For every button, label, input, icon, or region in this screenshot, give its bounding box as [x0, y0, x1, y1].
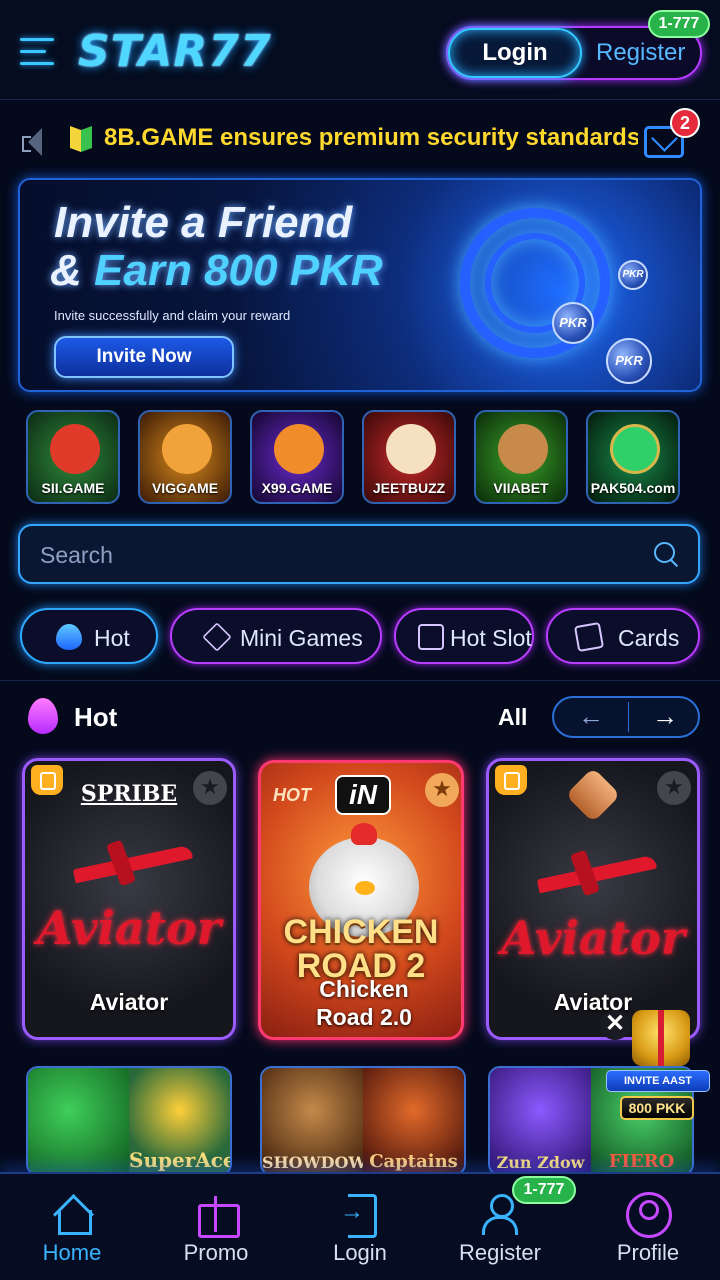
game-name: Chicken Road 2.0 [316, 976, 412, 1030]
game-name: Aviator [89, 989, 169, 1015]
nav-home[interactable]: Home [0, 1174, 144, 1280]
favorite-star-icon[interactable]: ★ [425, 773, 459, 807]
game-art-title: Aviator [501, 911, 685, 965]
hot-flame-icon [28, 698, 58, 734]
register-bonus-badge: 1-777 [648, 10, 710, 38]
invite-now-button[interactable]: Invite Now [54, 336, 234, 378]
game-art-title: CHICKEN ROAD 2 [283, 913, 439, 985]
search-bar [18, 524, 700, 584]
provider-logo: iN [335, 775, 391, 815]
prev-arrow-icon[interactable]: ← [554, 698, 628, 736]
slot-machine-icon [418, 624, 444, 650]
banner-subtitle: Invite successfully and claim your rewar… [54, 308, 291, 323]
tab-hot-slot[interactable]: Hot Slot [394, 608, 534, 664]
nav-promo[interactable]: Promo [144, 1174, 288, 1280]
pkr-coin: PKR [552, 302, 594, 344]
beginner-leaf-icon [70, 128, 92, 154]
site-logo[interactable]: STAR77 [78, 26, 271, 77]
invite-banner[interactable]: Invite a Friend & Earn 800 PKR Invite su… [18, 178, 702, 392]
floating-invite-amount[interactable]: 800 PKK [620, 1096, 694, 1120]
nav-login[interactable]: Login [288, 1174, 432, 1280]
game-card[interactable]: SHOWDOWN Captains [260, 1066, 466, 1176]
game-art-title: Aviator [37, 901, 221, 955]
tab-mini-games[interactable]: Mini Games [170, 608, 382, 664]
partner-tile[interactable]: VIGGAME [138, 410, 232, 504]
menu-icon[interactable] [20, 36, 54, 68]
search-input[interactable] [40, 536, 640, 574]
pkr-coin: PKR [606, 338, 652, 384]
partner-tile[interactable]: SII.GAME [26, 410, 120, 504]
thumbs-up-icon [495, 765, 527, 795]
partner-tile[interactable]: VIIABET [474, 410, 568, 504]
game-card[interactable]: SuperAce [26, 1066, 232, 1176]
banner-title-line2: & Earn 800 PKR [50, 246, 383, 296]
next-arrow-icon[interactable]: → [628, 698, 702, 736]
tab-cards[interactable]: Cards [546, 608, 700, 664]
cube-icon [202, 622, 232, 652]
divider [0, 680, 720, 681]
pkr-coin: PKR [618, 260, 648, 290]
provider-logo [565, 767, 621, 823]
register-bonus-badge: 1-777 [512, 1176, 576, 1204]
gift-icon [194, 1192, 240, 1238]
partner-row: SII.GAME VIGGAME X99.GAME JEETBUZZ VIIAB… [26, 410, 686, 504]
gift-box-icon[interactable] [632, 1010, 690, 1066]
partner-tile[interactable]: PAK504.com [586, 410, 680, 504]
banner-amount: 800 PKR [204, 246, 383, 295]
home-icon [50, 1192, 94, 1235]
banner-earn: Earn [94, 246, 192, 295]
login-button[interactable]: Login [448, 28, 582, 78]
floating-invite-label[interactable]: INVITE AAST [606, 1070, 710, 1092]
nav-profile[interactable]: Profile [576, 1174, 720, 1280]
game-card-chicken-road[interactable]: HOT iN ★ CHICKEN ROAD 2 Chicken Road 2.0 [258, 760, 464, 1040]
search-icon[interactable] [654, 542, 680, 568]
partner-tile[interactable]: JEETBUZZ [362, 410, 456, 504]
section-title: Hot [74, 702, 118, 732]
login-icon [338, 1192, 382, 1238]
game-card-aviator[interactable]: ★ Aviator Aviator [486, 758, 700, 1040]
speaker-icon [22, 128, 44, 156]
top-header: STAR77 Login Register 1-777 [0, 0, 720, 100]
mail-badge: 2 [670, 108, 700, 138]
favorite-star-icon[interactable]: ★ [657, 771, 691, 805]
portal-illustration: PKR PKR PKR [440, 198, 652, 384]
plane-icon [73, 841, 193, 881]
profile-icon [626, 1192, 672, 1238]
close-icon[interactable]: ✕ [600, 1010, 630, 1040]
banner-title: Invite a Friend [54, 198, 353, 247]
banner-amp: & [50, 246, 82, 295]
partner-tile[interactable]: X99.GAME [250, 410, 344, 504]
flame-icon [56, 624, 82, 650]
see-all-link[interactable]: All [498, 704, 527, 731]
cards-icon [573, 621, 605, 653]
game-card-aviator[interactable]: SPRIBE ★ Aviator Aviator [22, 758, 236, 1040]
hot-tag: HOT [273, 785, 311, 805]
announcement-text[interactable]: 8B.GAME ensures premium security standar… [104, 124, 638, 152]
bottom-nav: Home Promo Login Register Profile [0, 1172, 720, 1280]
plane-icon [537, 851, 657, 891]
announcement-bar: 8B.GAME ensures premium security standar… [0, 104, 720, 176]
carousel-controls: ← → [552, 696, 700, 738]
tab-hot[interactable]: Hot [20, 608, 158, 664]
favorite-star-icon[interactable]: ★ [193, 771, 227, 805]
